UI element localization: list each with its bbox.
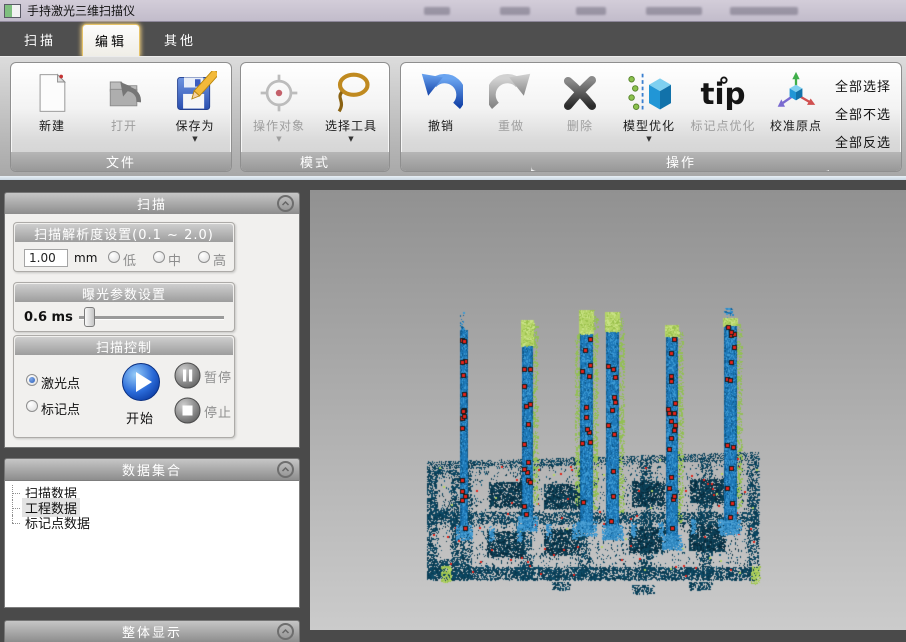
resolution-high-radio[interactable] — [198, 251, 210, 263]
model-optimize-icon — [625, 67, 673, 119]
marker-point-label: 标记点 — [41, 399, 80, 418]
stop-label: 停止 — [204, 402, 232, 421]
undo-icon — [419, 67, 463, 119]
pause-icon — [174, 362, 201, 389]
chevron-down-icon: ▼ — [276, 135, 281, 143]
save-as-button[interactable]: 保存为 ▼ — [161, 67, 229, 153]
display-section-header: 整体显示 — [4, 620, 300, 642]
exposure-value: 0.6 ms — [24, 310, 73, 325]
file-group-label: 文件 — [11, 152, 231, 171]
dataset-section-header: 数据集合 — [4, 458, 300, 480]
tip-logo-icon: tip — [695, 67, 751, 119]
new-document-icon — [30, 67, 74, 119]
open-folder-icon — [102, 67, 146, 119]
delete-x-icon — [558, 67, 602, 119]
redo-button: 重做 — [481, 67, 541, 153]
pause-button — [174, 362, 201, 389]
dataset-section-title: 数据集合 — [122, 460, 182, 479]
resolution-low-label: 低 — [123, 250, 136, 269]
resolution-input[interactable] — [24, 249, 68, 267]
app-icon — [4, 4, 21, 18]
ribbon-group-mode: 操作对象 ▼ 选择工具 ▼ 模式 — [240, 62, 390, 172]
ribbon-group-file: 新建 打开 保存为 ▼ 文件 — [10, 62, 232, 172]
tree-guide — [5, 500, 22, 515]
stop-button — [174, 397, 201, 424]
operation-target-button: 操作对象 ▼ — [245, 67, 313, 153]
title-bar: 手持激光三维扫描仪 — [0, 0, 906, 22]
dataset-tree: 扫描数据 工程数据 标记点数据 — [4, 480, 300, 608]
redo-icon — [489, 67, 533, 119]
scan-section-title: 扫描 — [137, 194, 167, 213]
marker-optimize-button: tip 标记点优化 — [687, 67, 759, 153]
chevron-up-icon — [281, 627, 290, 636]
new-button[interactable]: 新建 — [17, 67, 87, 153]
window-title: 手持激光三维扫描仪 — [27, 2, 135, 19]
select-tool-button[interactable]: 选择工具 ▼ — [315, 67, 387, 153]
target-crosshair-icon — [257, 67, 301, 119]
exposure-title: 曝光参数设置 — [15, 284, 233, 302]
start-label: 开始 — [126, 408, 154, 427]
tree-guide — [5, 515, 22, 530]
tab-scan[interactable]: 扫描 — [8, 22, 72, 56]
resolution-high-label: 高 — [213, 250, 226, 269]
operation-group-label-fill2 — [401, 152, 531, 171]
display-collapse-button[interactable] — [277, 623, 294, 640]
marker-point-radio[interactable] — [26, 400, 38, 412]
model-optimize-button[interactable]: 模型优化 ▼ — [615, 67, 683, 153]
scan-section-header: 扫描 — [4, 192, 300, 214]
undo-button[interactable]: 撤销 — [409, 67, 473, 153]
stop-icon — [174, 397, 201, 424]
resolution-low-radio[interactable] — [108, 251, 120, 263]
resolution-groupbox: 扫描解析度设置(0.1 ~ 2.0) mm 低 中 高 — [13, 222, 235, 272]
resolution-mid-label: 中 — [168, 250, 181, 269]
display-section-title: 整体显示 — [122, 622, 182, 641]
start-button[interactable] — [121, 362, 161, 402]
exposure-groupbox: 曝光参数设置 0.6 ms — [13, 282, 235, 332]
ribbon-bottom-edge — [0, 176, 906, 180]
scan-control-title: 扫描控制 — [15, 337, 233, 355]
ribbon-tab-bar: 扫描 编辑 其他 — [0, 22, 906, 56]
viewport-canvas[interactable] — [310, 190, 906, 630]
tree-item-label: 标记点数据 — [22, 513, 93, 532]
select-all-button[interactable]: 全部选择 — [835, 76, 891, 95]
tab-other[interactable]: 其他 — [150, 22, 210, 56]
play-icon — [121, 362, 161, 402]
resolution-unit: mm — [74, 251, 97, 265]
open-button: 打开 — [89, 67, 159, 153]
operation-group-label: 操作 — [531, 152, 831, 171]
selection-stack: 全部选择 全部不选 全部反选 — [835, 76, 891, 151]
laser-point-radio[interactable] — [26, 374, 38, 386]
viewport-3d[interactable] — [310, 190, 906, 630]
operation-group-label-fill — [829, 152, 901, 171]
delete-button: 删除 — [549, 67, 611, 153]
tree-item-marker-data[interactable]: 标记点数据 — [5, 515, 299, 530]
chevron-up-icon — [281, 465, 290, 474]
tab-edit[interactable]: 编辑 — [82, 24, 140, 56]
exposure-slider-handle[interactable] — [84, 307, 95, 327]
scan-collapse-button[interactable] — [277, 195, 294, 212]
chevron-down-icon: ▼ — [646, 135, 651, 143]
scan-section-body: 扫描解析度设置(0.1 ~ 2.0) mm 低 中 高 曝光参数设置 0.6 m… — [4, 214, 300, 448]
select-invert-button[interactable]: 全部反选 — [835, 132, 891, 151]
ribbon: 新建 打开 保存为 ▼ 文件 — [0, 56, 906, 176]
lasso-icon — [329, 67, 373, 119]
save-floppy-icon — [173, 67, 217, 119]
origin-axes-icon — [774, 67, 818, 119]
exposure-slider-track[interactable] — [79, 316, 224, 320]
scan-control-groupbox: 扫描控制 激光点 标记点 开始 暂停 — [13, 335, 235, 438]
chevron-down-icon: ▼ — [348, 135, 353, 143]
pause-label: 暂停 — [204, 367, 232, 386]
mode-group-label: 模式 — [241, 152, 389, 171]
chevron-up-icon — [281, 199, 290, 208]
resolution-mid-radio[interactable] — [153, 251, 165, 263]
ribbon-group-operation: 撤销 重做 删除 模型优化 ▼ tip 标记点优化 — [400, 62, 902, 172]
chevron-down-icon: ▼ — [192, 135, 197, 143]
laser-point-label: 激光点 — [41, 373, 80, 392]
tree-guide — [5, 485, 22, 500]
select-none-button[interactable]: 全部不选 — [835, 104, 891, 123]
resolution-title: 扫描解析度设置(0.1 ~ 2.0) — [15, 224, 233, 242]
dataset-collapse-button[interactable] — [277, 461, 294, 478]
calibrate-origin-button[interactable]: 校准原点 — [763, 67, 829, 153]
